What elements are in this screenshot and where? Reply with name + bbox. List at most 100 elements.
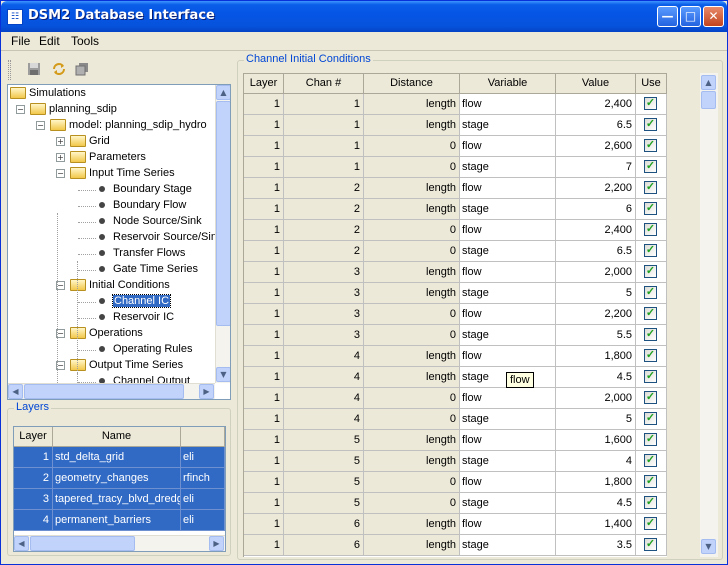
- collapse-icon[interactable]: −: [36, 121, 45, 130]
- cell-chan[interactable]: 4: [284, 409, 364, 430]
- cell-variable[interactable]: stage: [460, 241, 556, 262]
- cell-distance[interactable]: length: [364, 451, 460, 472]
- use-checkbox[interactable]: ✓: [644, 538, 657, 551]
- table-row[interactable]: 1 3 length stage 5 ✓: [244, 283, 667, 304]
- tree-folder[interactable]: planning_sdip: [30, 102, 117, 118]
- cell-chan[interactable]: 4: [284, 367, 364, 388]
- cell-layer[interactable]: 1: [244, 262, 284, 283]
- tree-leaf[interactable]: Operating Rules: [98, 342, 193, 358]
- cell-distance[interactable]: length: [364, 514, 460, 535]
- cell-chan[interactable]: 6: [284, 514, 364, 535]
- table-row[interactable]: 1 1 0 flow 2,600 ✓: [244, 136, 667, 157]
- layer-cell-name[interactable]: std_delta_grid: [53, 447, 181, 468]
- layer-cell-layer[interactable]: 2: [14, 468, 53, 489]
- layer-cell-name[interactable]: geometry_changes: [53, 468, 181, 489]
- copy-icon[interactable]: [75, 62, 89, 76]
- layer-row[interactable]: 1 std_delta_grid eli: [14, 447, 225, 468]
- tree-vertical-scrollbar[interactable]: ▲ ▼: [215, 85, 230, 383]
- cell-layer[interactable]: 1: [244, 535, 284, 556]
- expand-icon[interactable]: +: [56, 153, 65, 162]
- table-row[interactable]: 1 6 length stage 3.5 ✓: [244, 535, 667, 556]
- cell-distance[interactable]: length: [364, 94, 460, 115]
- use-checkbox[interactable]: ✓: [644, 265, 657, 278]
- table-row[interactable]: 1 3 0 stage 5.5 ✓: [244, 325, 667, 346]
- cell-variable[interactable]: flow: [460, 472, 556, 493]
- layer-row[interactable]: 3 tapered_tracy_blvd_dredge eli: [14, 489, 225, 510]
- tree-folder[interactable]: Parameters: [70, 150, 146, 166]
- cell-chan[interactable]: 1: [284, 157, 364, 178]
- layer-cell-user[interactable]: eli: [181, 489, 225, 510]
- col-header-layer[interactable]: Layer: [244, 74, 284, 94]
- cell-distance[interactable]: length: [364, 367, 460, 388]
- table-row[interactable]: 1 3 length flow 2,000 ✓: [244, 262, 667, 283]
- cell-distance[interactable]: length: [364, 115, 460, 136]
- cell-value[interactable]: 5.5: [556, 325, 636, 346]
- table-row[interactable]: 1 6 length flow 1,400 ✓: [244, 514, 667, 535]
- cell-value[interactable]: 1,800: [556, 472, 636, 493]
- scroll-left-icon[interactable]: ◀: [8, 384, 23, 399]
- table-row[interactable]: 1 5 0 flow 1,800 ✓: [244, 472, 667, 493]
- cell-value[interactable]: 6: [556, 199, 636, 220]
- table-row[interactable]: 1 2 0 flow 2,400 ✓: [244, 220, 667, 241]
- cell-distance[interactable]: length: [364, 178, 460, 199]
- cell-variable[interactable]: stage: [460, 325, 556, 346]
- cell-variable[interactable]: stage: [460, 535, 556, 556]
- layer-cell-user[interactable]: eli: [181, 447, 225, 468]
- cell-chan[interactable]: 3: [284, 304, 364, 325]
- tree-folder[interactable]: Output Time Series: [70, 358, 183, 374]
- tree-folder[interactable]: Simulations: [10, 86, 86, 102]
- expand-icon[interactable]: +: [56, 137, 65, 146]
- cell-value[interactable]: 2,200: [556, 178, 636, 199]
- cell-distance[interactable]: length: [364, 262, 460, 283]
- cell-layer[interactable]: 1: [244, 367, 284, 388]
- use-checkbox[interactable]: ✓: [644, 412, 657, 425]
- cell-chan[interactable]: 5: [284, 493, 364, 514]
- close-button[interactable]: ✕: [703, 6, 724, 27]
- cell-chan[interactable]: 5: [284, 472, 364, 493]
- layer-cell-layer[interactable]: 4: [14, 510, 53, 531]
- cell-distance[interactable]: length: [364, 430, 460, 451]
- cell-distance[interactable]: 0: [364, 388, 460, 409]
- cell-chan[interactable]: 5: [284, 451, 364, 472]
- cell-value[interactable]: 1,400: [556, 514, 636, 535]
- tree-leaf[interactable]: Gate Time Series: [98, 262, 198, 278]
- menu-edit[interactable]: Edit: [39, 34, 60, 48]
- save-icon[interactable]: [27, 62, 41, 76]
- use-checkbox[interactable]: ✓: [644, 139, 657, 152]
- cell-layer[interactable]: 1: [244, 346, 284, 367]
- grid-scroll-thumb[interactable]: [701, 91, 716, 109]
- layer-cell-name[interactable]: tapered_tracy_blvd_dredge: [53, 489, 181, 510]
- cell-layer[interactable]: 1: [244, 430, 284, 451]
- table-row[interactable]: 1 2 length flow 2,200 ✓: [244, 178, 667, 199]
- table-row[interactable]: 1 5 length stage 4 ✓: [244, 451, 667, 472]
- table-row[interactable]: 1 3 0 flow 2,200 ✓: [244, 304, 667, 325]
- table-row[interactable]: 1 5 0 stage 4.5 ✓: [244, 493, 667, 514]
- tree-leaf[interactable]: Reservoir Source/Sink: [98, 230, 222, 246]
- cell-layer[interactable]: 1: [244, 220, 284, 241]
- cell-value[interactable]: 7: [556, 157, 636, 178]
- layer-row[interactable]: 2 geometry_changes rfinch: [14, 468, 225, 489]
- cell-layer[interactable]: 1: [244, 493, 284, 514]
- use-checkbox[interactable]: ✓: [644, 370, 657, 383]
- cell-variable[interactable]: stage: [460, 493, 556, 514]
- tree-folder[interactable]: Operations: [70, 326, 143, 342]
- cell-chan[interactable]: 5: [284, 430, 364, 451]
- refresh-icon[interactable]: [52, 62, 66, 76]
- cell-layer[interactable]: 1: [244, 157, 284, 178]
- tree-folder[interactable]: Input Time Series: [70, 166, 175, 182]
- cell-layer[interactable]: 1: [244, 94, 284, 115]
- scroll-up-icon[interactable]: ▲: [701, 75, 716, 90]
- cell-layer[interactable]: 1: [244, 283, 284, 304]
- table-row[interactable]: 1 4 0 flow 2,000 ✓: [244, 388, 667, 409]
- layers-col-name[interactable]: Name: [53, 427, 181, 447]
- use-checkbox[interactable]: ✓: [644, 181, 657, 194]
- cell-variable[interactable]: stage: [460, 409, 556, 430]
- table-row[interactable]: 1 2 0 stage 6.5 ✓: [244, 241, 667, 262]
- cell-variable[interactable]: stage: [460, 199, 556, 220]
- use-checkbox[interactable]: ✓: [644, 307, 657, 320]
- use-checkbox[interactable]: ✓: [644, 97, 657, 110]
- cell-layer[interactable]: 1: [244, 178, 284, 199]
- cell-value[interactable]: 4: [556, 451, 636, 472]
- layer-cell-user[interactable]: eli: [181, 510, 225, 531]
- cell-variable[interactable]: flow: [460, 346, 556, 367]
